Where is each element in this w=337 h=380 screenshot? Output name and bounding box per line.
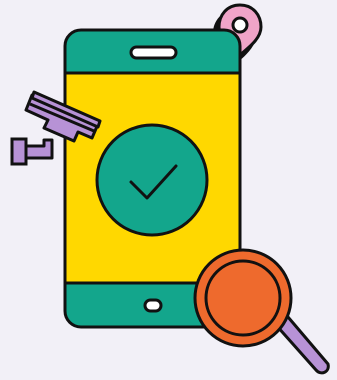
phone-speaker: [129, 45, 178, 60]
camera-arm: [24, 138, 54, 160]
magnifying-glass-icon: [193, 248, 330, 375]
location-pin-hole: [231, 16, 249, 34]
camera-mount-plate: [10, 137, 28, 166]
magnifier-rim-outer: [193, 248, 293, 348]
checkmark-icon: [95, 123, 209, 237]
phone-home-button: [143, 298, 163, 313]
phone-security-illustration: [10, 3, 330, 375]
check-circle: [95, 123, 209, 237]
illustration-canvas: [0, 0, 337, 380]
